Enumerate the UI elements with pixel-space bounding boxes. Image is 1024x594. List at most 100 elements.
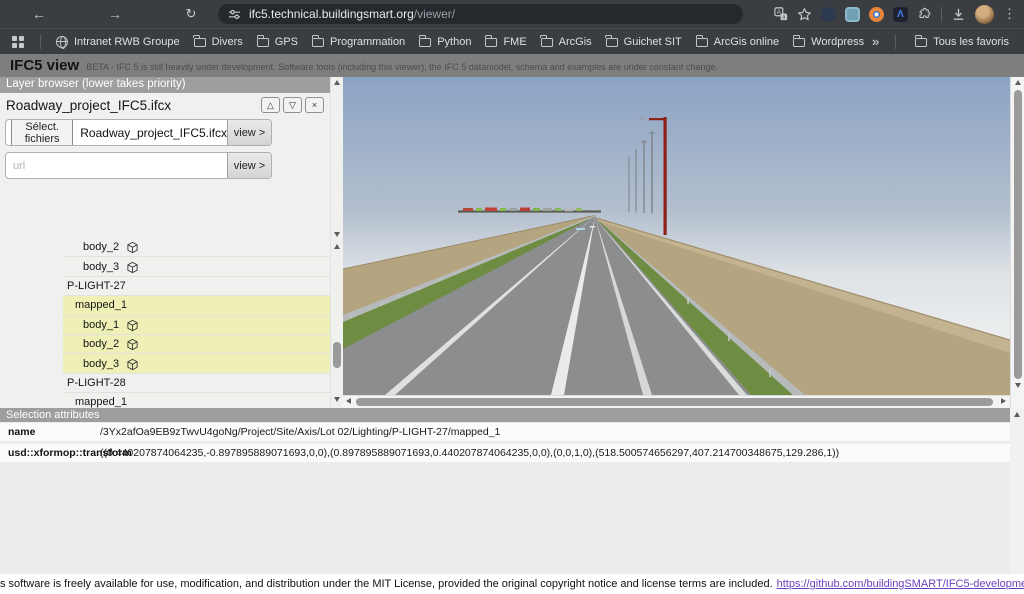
- selection-attributes-header: Selection attributes: [0, 408, 1010, 422]
- bookmark-item[interactable]: ArcGis: [534, 33, 599, 51]
- tree-item[interactable]: mapped_1: [63, 296, 330, 315]
- bookmarks-list: Intranet RWB Groupe Divers GPS Programma…: [49, 32, 864, 51]
- extensions-puzzle-icon[interactable]: [917, 7, 932, 22]
- bookmark-item[interactable]: Python: [412, 33, 478, 51]
- scroll-up-icon[interactable]: [334, 80, 340, 85]
- apps-grid-icon[interactable]: [12, 36, 24, 48]
- scroll-left-icon[interactable]: [346, 398, 351, 404]
- tree-item[interactable]: mapped_1: [63, 393, 330, 408]
- attribute-row: name /3Yx2afOa9EB9zTwvU4goNg/Project/Sit…: [0, 423, 1010, 441]
- folder-icon: [606, 38, 618, 47]
- attributes-table: name /3Yx2afOa9EB9zTwvU4goNg/Project/Sit…: [0, 422, 1024, 462]
- license-footer: This software is freely available for us…: [0, 574, 1024, 594]
- layer-tree: body_2 body_3 P-LIGHT-27 mapped_1 body_1…: [63, 238, 330, 408]
- translate-icon[interactable]: A a: [774, 7, 788, 21]
- bookmark-item[interactable]: ArcGis online: [689, 33, 786, 51]
- tree-item[interactable]: body_2: [63, 335, 330, 354]
- folder-icon: [793, 38, 805, 47]
- all-bookmarks-button[interactable]: Tous les favoris: [908, 33, 1016, 51]
- bookmark-star-icon[interactable]: [797, 7, 812, 22]
- layer-close-button[interactable]: ×: [305, 97, 324, 113]
- scroll-right-icon[interactable]: [1001, 398, 1006, 404]
- scroll-down-icon[interactable]: [334, 232, 340, 237]
- empty-area: [0, 465, 1024, 574]
- bookmark-item[interactable]: Guichet SIT: [599, 33, 689, 51]
- scroll-down-icon[interactable]: [1015, 383, 1021, 388]
- road-mark: [590, 226, 595, 228]
- reload-icon[interactable]: ↻: [182, 5, 200, 23]
- site-settings-icon[interactable]: [228, 8, 241, 21]
- scrollbar-thumb[interactable]: [1014, 90, 1022, 379]
- scrollbar-thumb[interactable]: [333, 342, 341, 368]
- scroll-down-icon[interactable]: [334, 397, 340, 402]
- tree-item[interactable]: body_2: [63, 238, 330, 257]
- toolbar-divider: [941, 7, 942, 22]
- choose-file-button[interactable]: Sélect. fichiers: [11, 120, 73, 145]
- geometry-cube-icon: [126, 241, 139, 254]
- layer-title-row: Roadway_project_IFC5.ifcx △ ▽ ×: [0, 93, 330, 117]
- bookmark-item[interactable]: GPS: [250, 33, 305, 51]
- bookmarks-divider: [895, 35, 896, 49]
- viewport-3d-canvas[interactable]: [343, 77, 1010, 395]
- extension-icon[interactable]: Λ: [893, 7, 908, 22]
- scroll-up-icon[interactable]: [334, 244, 340, 249]
- folder-icon: [485, 38, 497, 47]
- bookmark-item[interactable]: Wordpress: [786, 33, 864, 51]
- layer-title: Roadway_project_IFC5.ifcx: [6, 98, 258, 113]
- folder-icon: [194, 38, 206, 47]
- tree-item[interactable]: body_3: [63, 257, 330, 276]
- scroll-up-icon[interactable]: [1014, 412, 1020, 417]
- folder-icon: [541, 38, 553, 47]
- bookmark-item[interactable]: Programmation: [305, 33, 412, 51]
- back-icon[interactable]: ←: [30, 5, 48, 23]
- bookmark-item[interactable]: FME: [478, 33, 533, 51]
- folder-icon: [257, 38, 269, 47]
- tree-item[interactable]: body_1: [63, 316, 330, 335]
- extension-icon[interactable]: [869, 7, 884, 22]
- profile-avatar[interactable]: [975, 5, 994, 24]
- page-title: IFC5 view: [10, 57, 79, 74]
- extension-icon[interactable]: [845, 7, 860, 22]
- address-bar[interactable]: ifc5.technical.buildingsmart.org/viewer/: [218, 4, 743, 24]
- layer-move-up-button[interactable]: △: [261, 97, 280, 113]
- panel-scrollbar[interactable]: [330, 77, 343, 408]
- distant-structures: [458, 208, 601, 212]
- tree-item[interactable]: P-LIGHT-27: [63, 277, 330, 296]
- view-url-button[interactable]: view >: [227, 153, 271, 178]
- license-link[interactable]: https://github.com/buildingSMART/IFC5-de…: [777, 578, 1024, 590]
- forward-icon[interactable]: →: [106, 5, 124, 23]
- downloads-icon[interactable]: [951, 7, 966, 22]
- toolbar-actions: A a Λ ⋮: [774, 5, 1016, 24]
- globe-icon: [56, 36, 68, 48]
- page-header: IFC5 view BETA - IFC 5 is still heavily …: [0, 54, 1024, 77]
- file-input-row: Sélect. fichiers Roadway_project_IFC5.if…: [5, 119, 272, 146]
- folder-icon: [915, 38, 927, 47]
- url-input[interactable]: [11, 160, 227, 172]
- license-text: This software is freely available for us…: [0, 578, 773, 590]
- bookmark-item[interactable]: Divers: [187, 33, 250, 51]
- menu-kebab-icon[interactable]: ⋮: [1003, 6, 1016, 22]
- folder-icon: [312, 38, 324, 47]
- browser-toolbar: ← → ↻ ifc5.technical.buildingsmart.org/v…: [0, 0, 1024, 28]
- url-input-row: view >: [5, 152, 272, 179]
- view-file-button[interactable]: view >: [227, 120, 271, 145]
- tree-item[interactable]: body_3: [63, 354, 330, 373]
- main-area: Layer browser (lower takes priority) Roa…: [0, 77, 1024, 408]
- layer-browser-header: Layer browser (lower takes priority): [0, 77, 330, 93]
- tree-item[interactable]: P-LIGHT-28: [63, 374, 330, 393]
- folder-icon: [419, 38, 431, 47]
- layer-move-down-button[interactable]: ▽: [283, 97, 302, 113]
- bookmark-item[interactable]: Intranet RWB Groupe: [49, 33, 187, 51]
- scroll-up-icon[interactable]: [1015, 80, 1021, 85]
- viewport-vertical-scrollbar[interactable]: [1010, 77, 1024, 408]
- scrollbar-thumb[interactable]: [356, 398, 993, 406]
- geometry-cube-icon: [126, 338, 139, 351]
- beta-note: BETA - IFC 5 is still heavily under deve…: [86, 62, 718, 72]
- bookmarks-divider: [40, 35, 41, 49]
- selection-attributes-panel: Selection attributes name /3Yx2afOa9EB9z…: [0, 408, 1024, 574]
- extension-icon[interactable]: [821, 7, 836, 22]
- bookmarks-overflow-chevron[interactable]: »: [868, 34, 883, 49]
- attributes-scrollbar[interactable]: [1010, 408, 1024, 574]
- viewport-3d-scene[interactable]: [343, 77, 1010, 395]
- viewport-horizontal-scrollbar[interactable]: [343, 395, 1010, 408]
